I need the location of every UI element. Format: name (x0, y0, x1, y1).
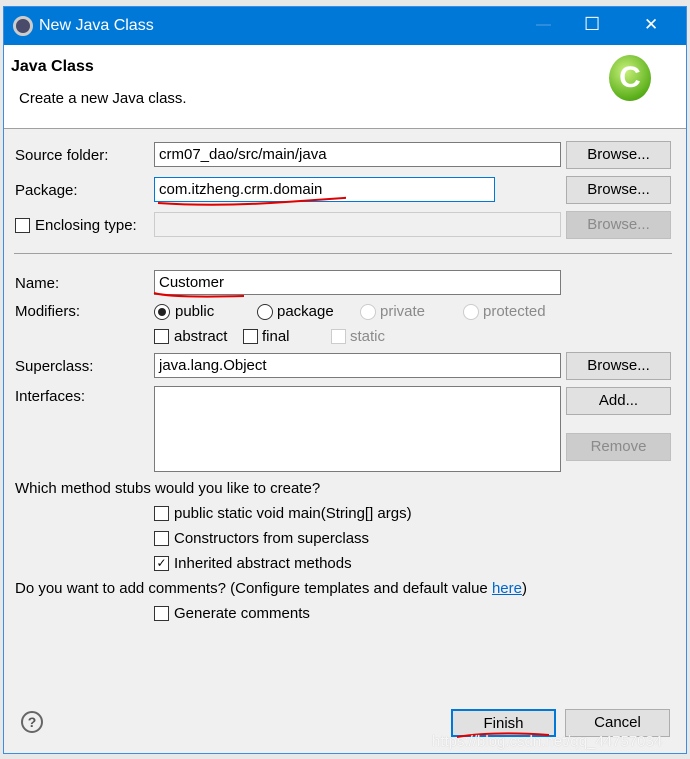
static-checkbox (331, 329, 346, 344)
java-class-icon: C (609, 55, 651, 101)
wizard-header: Java Class Create a new Java class. C (4, 45, 686, 129)
inherited-methods-checkbox[interactable]: ✓ (154, 556, 169, 571)
package-radio[interactable] (257, 304, 273, 320)
protected-radio (463, 304, 479, 320)
package-radio-label: package (277, 303, 334, 320)
stubs-question: Which method stubs would you like to cre… (15, 480, 321, 497)
annotation-underline (157, 196, 346, 206)
superclass-input[interactable]: java.lang.Object (154, 353, 561, 378)
package-browse-button[interactable]: Browse... (566, 176, 671, 204)
templates-link[interactable]: here (492, 580, 522, 597)
enclosing-type-browse-button: Browse... (566, 211, 671, 239)
annotation-underline (153, 292, 245, 298)
package-label: Package: (15, 182, 78, 199)
main-method-label: public static void main(String[] args) (174, 505, 412, 522)
generate-comments-label: Generate comments (174, 605, 310, 622)
private-radio (360, 304, 376, 320)
public-radio[interactable] (154, 304, 170, 320)
source-folder-label: Source folder: (15, 147, 109, 164)
comments-question: Do you want to add comments? (Configure … (15, 580, 527, 597)
title-bar: New Java Class — ☐ ✕ (4, 7, 686, 45)
public-label: public (175, 303, 215, 320)
constructors-checkbox[interactable] (154, 531, 169, 546)
constructors-label: Constructors from superclass (174, 530, 370, 547)
superclass-browse-button[interactable]: Browse... (566, 352, 671, 380)
main-method-checkbox[interactable] (154, 506, 169, 521)
abstract-checkbox[interactable] (154, 329, 169, 344)
close-button[interactable]: ✕ (644, 15, 658, 35)
interfaces-list[interactable] (154, 386, 561, 472)
final-label: final (262, 328, 290, 345)
private-label: private (380, 303, 426, 320)
eclipse-gear-icon (13, 16, 33, 36)
maximize-button[interactable]: ☐ (584, 14, 600, 35)
static-label: static (350, 328, 386, 345)
abstract-label: abstract (174, 328, 228, 345)
window-title: New Java Class (39, 17, 154, 34)
add-interface-button[interactable]: Add... (566, 387, 671, 415)
help-icon[interactable]: ? (21, 711, 43, 733)
source-folder-browse-button[interactable]: Browse... (566, 141, 671, 169)
page-description: Create a new Java class. (19, 90, 187, 107)
final-checkbox[interactable] (243, 329, 258, 344)
modifiers-label: Modifiers: (15, 303, 81, 320)
enclosing-type-input (154, 212, 561, 237)
protected-label: protected (483, 303, 546, 320)
interfaces-label: Interfaces: (15, 388, 86, 405)
minimize-button[interactable]: — (536, 16, 551, 33)
source-folder-input[interactable]: crm07_dao/src/main/java (154, 142, 561, 167)
inherited-methods-label: Inherited abstract methods (174, 555, 352, 572)
generate-comments-checkbox[interactable] (154, 606, 169, 621)
page-title: Java Class (11, 58, 94, 75)
enclosing-type-label: Enclosing type: (35, 217, 137, 234)
remove-interface-button: Remove (566, 433, 671, 461)
superclass-label: Superclass: (15, 358, 94, 375)
new-java-class-dialog: New Java Class — ☐ ✕ Java Class Create a… (3, 6, 687, 754)
watermark: https://blog.csdn.net/qq_44757034 (432, 733, 663, 750)
name-label: Name: (15, 275, 60, 292)
separator (14, 253, 672, 254)
enclosing-type-checkbox[interactable] (15, 218, 30, 233)
